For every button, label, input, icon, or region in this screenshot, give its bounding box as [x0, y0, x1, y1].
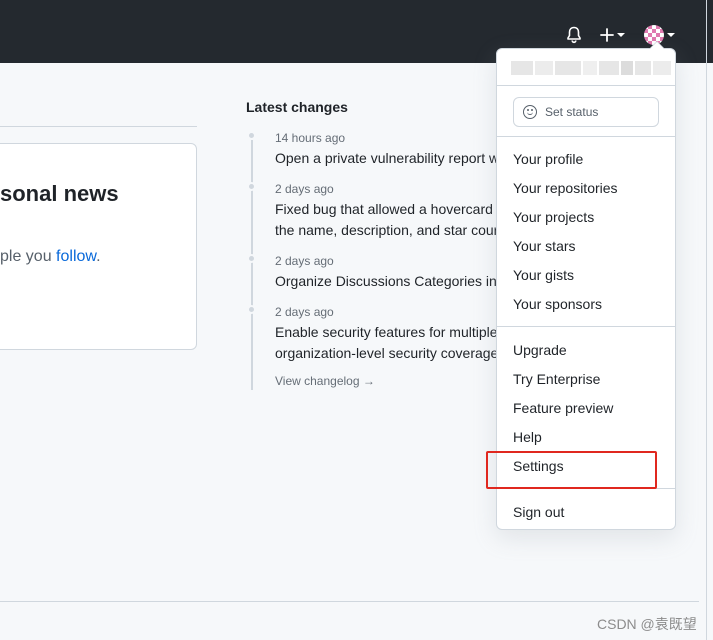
view-changelog-link[interactable]: View changelog → [275, 374, 375, 388]
chevron-down-icon [617, 33, 625, 37]
set-status-button[interactable]: Set status [513, 97, 659, 127]
chevron-down-icon [667, 33, 675, 37]
menu-item-try-enterprise[interactable]: Try Enterprise [513, 369, 600, 389]
set-status-label: Set status [545, 105, 599, 119]
menu-item-your-gists[interactable]: Your gists [513, 265, 574, 285]
watermark-text: CSDN @袁既望 [597, 616, 697, 632]
feed-card [0, 143, 197, 350]
menu-item-your-stars[interactable]: Your stars [513, 236, 576, 256]
footer-divider [0, 601, 699, 602]
menu-divider [497, 326, 675, 327]
blurred-username [511, 61, 691, 75]
feed-description-text: ple you [0, 248, 57, 265]
menu-item-your-sponsors[interactable]: Your sponsors [513, 294, 602, 314]
menu-divider [497, 85, 675, 86]
bell-icon[interactable] [566, 24, 586, 46]
feed-divider [0, 126, 197, 127]
timeline-dot [247, 305, 256, 314]
menu-item-your-profile[interactable]: Your profile [513, 149, 583, 169]
plus-icon [600, 28, 614, 42]
timeline-line [251, 140, 253, 390]
menu-divider [497, 136, 675, 137]
timeline-dot [247, 182, 256, 191]
feed-description: ple you follow. [0, 248, 101, 266]
menu-item-your-projects[interactable]: Your projects [513, 207, 594, 227]
create-new-button[interactable] [600, 24, 630, 46]
menu-item-sign-out[interactable]: Sign out [513, 502, 564, 522]
menu-item-help[interactable]: Help [513, 427, 542, 447]
feed-description-end: . [96, 248, 101, 265]
menu-item-upgrade[interactable]: Upgrade [513, 340, 567, 360]
follow-link[interactable]: follow [56, 248, 96, 265]
page-right-border [706, 0, 707, 640]
smiley-icon [523, 105, 537, 119]
menu-item-feature-preview[interactable]: Feature preview [513, 398, 613, 418]
settings-highlight-box [486, 451, 657, 489]
timeline-dot [247, 131, 256, 140]
menu-item-your-repositories[interactable]: Your repositories [513, 178, 618, 198]
notifications-bell [567, 26, 581, 44]
feed-title: sonal news [0, 181, 119, 206]
timeline-dot [247, 254, 256, 263]
latest-changes-title: Latest changes [246, 99, 348, 115]
